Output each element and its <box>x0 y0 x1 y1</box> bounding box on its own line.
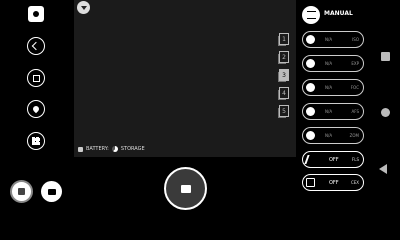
aperture-key: AFS <box>351 109 359 114</box>
video-icon <box>47 188 56 195</box>
exposure-compensation-icon <box>306 178 315 187</box>
aperture-icon <box>306 107 315 116</box>
viewfinder[interactable]: 1 2 3 4 5 BATTERY: STORAGE <box>74 0 296 157</box>
exposure-compensation-toggle[interactable]: OFF CEX <box>302 174 364 191</box>
manual-panel: MANUAL N/A ISO N/A EXP N/A FOC N/A AFS N… <box>296 0 370 225</box>
photo-mode-button[interactable] <box>10 180 33 203</box>
location-icon[interactable] <box>27 100 45 118</box>
exposure-icon <box>306 59 315 68</box>
focus-value: N/A <box>325 85 333 90</box>
focus-setting[interactable]: N/A FOC <box>302 79 364 96</box>
iso-setting[interactable]: N/A ISO <box>302 31 364 48</box>
camera-tab-3[interactable]: 3 <box>279 69 289 81</box>
camera-tab-5[interactable]: 5 <box>279 105 289 117</box>
iso-key: ISO <box>352 37 359 42</box>
exposure-compensation-key: CEX <box>350 180 359 185</box>
exposure-value: N/A <box>325 61 333 66</box>
exposure-compensation-value: OFF <box>329 179 339 186</box>
aperture-setting[interactable]: N/A AFS <box>302 103 364 120</box>
left-toolbar <box>0 0 74 225</box>
zoom-icon <box>306 131 315 140</box>
zoom-key: ZOM <box>349 133 359 138</box>
camera-tab-4[interactable]: 4 <box>279 87 289 99</box>
exposure-key: EXP <box>351 61 359 66</box>
zoom-setting[interactable]: N/A ZOM <box>302 127 364 144</box>
camera-tab-1[interactable]: 1 <box>279 33 289 45</box>
video-mode-button[interactable] <box>41 181 62 202</box>
battery-label: BATTERY: <box>86 146 109 152</box>
shutter-button[interactable] <box>164 167 207 210</box>
aperture-value: N/A <box>325 109 333 114</box>
settings-icon[interactable] <box>28 6 44 22</box>
bottom-bar <box>74 157 296 225</box>
focus-icon <box>306 83 315 92</box>
battery-icon <box>78 146 83 152</box>
status-bar: BATTERY: STORAGE <box>78 146 145 152</box>
grid-icon[interactable] <box>27 132 45 150</box>
camera-tabs: 1 2 3 4 5 <box>279 33 289 117</box>
back-icon[interactable] <box>379 164 387 174</box>
home-icon[interactable] <box>381 108 390 117</box>
camera-tab-2[interactable]: 2 <box>279 51 289 63</box>
dropdown-icon[interactable] <box>77 1 90 14</box>
exposure-setting[interactable]: N/A EXP <box>302 55 364 72</box>
gallery-icon[interactable] <box>27 69 45 87</box>
zoom-value: N/A <box>325 133 333 138</box>
focus-key: FOC <box>350 85 359 90</box>
recent-apps-icon[interactable] <box>381 52 390 61</box>
flash-value: OFF <box>329 156 339 163</box>
manual-label: MANUAL <box>324 10 353 17</box>
storage-label: STORAGE <box>120 146 145 152</box>
flash-icon <box>304 155 317 164</box>
camera-icon <box>180 184 191 193</box>
flash-toggle[interactable]: OFF FLS <box>302 151 364 168</box>
manual-sliders-icon[interactable] <box>302 6 320 24</box>
share-icon[interactable] <box>27 37 45 55</box>
iso-value: N/A <box>325 37 333 42</box>
iso-icon <box>306 35 315 44</box>
camera-icon <box>18 188 25 195</box>
flash-key: FLS <box>351 157 359 162</box>
storage-icon <box>111 146 118 152</box>
